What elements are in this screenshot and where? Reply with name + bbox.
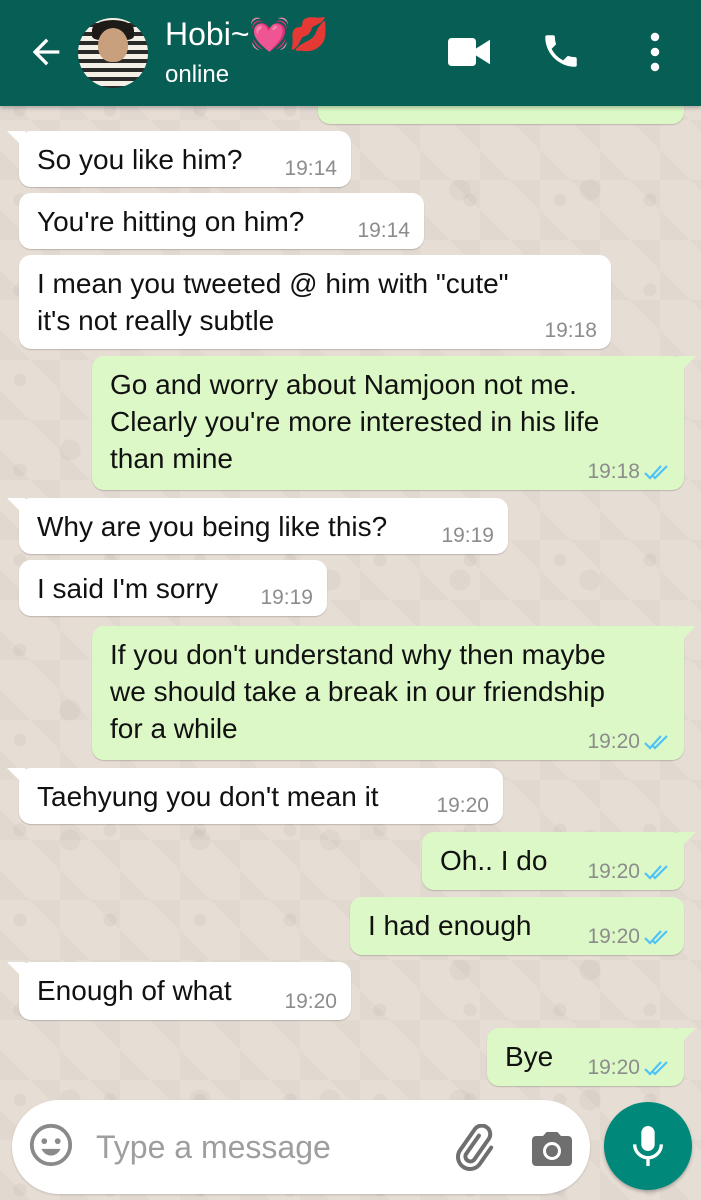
voice-message-button[interactable] <box>604 1102 692 1190</box>
message-time: 19:14 <box>284 157 337 180</box>
bubble-tail <box>678 832 696 850</box>
bubble-tail <box>7 131 25 149</box>
message-bubble[interactable]: Why are you being like this? 19:19 <box>7 498 508 554</box>
message-time: 19:20 <box>587 925 640 948</box>
bubble-tail <box>7 962 25 980</box>
voice-call-icon[interactable] <box>540 30 582 72</box>
message-bubble[interactable]: So you like him? 19:14 <box>7 131 351 187</box>
avatar-face <box>98 28 128 62</box>
read-receipt-icon <box>644 865 668 880</box>
message-time: 19:20 <box>587 730 640 753</box>
message-text: Go and worry about Namjoon not me. Clear… <box>110 369 600 474</box>
more-options-icon[interactable] <box>645 32 665 72</box>
message-bubble[interactable]: I had enough 19:20 <box>350 897 684 955</box>
read-receipt-icon <box>644 1061 668 1076</box>
message-time: 19:19 <box>260 586 313 609</box>
message-time: 19:20 <box>587 860 640 883</box>
message-text: I mean you tweeted @ him with "cute" it'… <box>37 268 509 336</box>
bubble-tail <box>678 626 696 644</box>
back-arrow-icon[interactable] <box>26 32 66 72</box>
message-text: Taehyung you don't mean it <box>37 781 379 812</box>
bubble-tail <box>678 356 696 374</box>
message-bubble[interactable]: Enough of what 19:20 <box>7 962 351 1020</box>
camera-icon[interactable] <box>528 1124 576 1172</box>
message-time: 19:18 <box>587 460 640 483</box>
emoji-icon[interactable] <box>28 1122 74 1168</box>
microphone-icon <box>633 1126 663 1166</box>
contact-name[interactable]: Hobi~💓💋 <box>165 14 329 54</box>
message-time: 19:20 <box>436 794 489 817</box>
read-receipt-icon <box>644 930 668 945</box>
bubble-tail <box>7 768 25 786</box>
message-time: 19:18 <box>544 319 597 342</box>
message-input[interactable] <box>94 1122 428 1172</box>
message-bubble[interactable]: Oh.. I do 19:20 <box>422 832 696 890</box>
message-text: If you don't understand why then maybe w… <box>110 639 606 744</box>
video-call-icon[interactable] <box>448 36 490 68</box>
message-text: You're hitting on him? <box>37 206 305 237</box>
message-bubble[interactable]: I said I'm sorry 19:19 <box>19 560 327 616</box>
bubble-tail <box>678 1028 696 1046</box>
paperclip-icon[interactable] <box>448 1124 496 1172</box>
message-bubble[interactable]: You're hitting on him? 19:14 <box>19 193 424 249</box>
chat-header: Hobi~💓💋 online <box>0 0 701 106</box>
read-receipt-icon <box>644 465 668 480</box>
read-receipt-icon <box>644 735 668 750</box>
contact-status: online <box>165 61 230 88</box>
message-bubble[interactable]: Taehyung you don't mean it 19:20 <box>7 768 503 824</box>
message-time: 19:14 <box>357 219 410 242</box>
message-bubble[interactable]: Bye 19:20 <box>487 1028 696 1086</box>
message-time: 19:20 <box>284 990 337 1013</box>
compose-bar <box>12 1100 590 1194</box>
message-bubble[interactable]: Go and worry about Namjoon not me. Clear… <box>92 356 696 490</box>
message-bubble[interactable]: I mean you tweeted @ him with "cute" it'… <box>19 255 611 349</box>
message-list: So you like him? 19:14 You're hitting on… <box>0 0 701 1200</box>
message-bubble[interactable]: If you don't understand why then maybe w… <box>92 626 696 760</box>
message-time: 19:20 <box>587 1056 640 1079</box>
message-text: Why are you being like this? <box>37 511 388 542</box>
bubble-tail <box>7 498 25 516</box>
contact-avatar[interactable] <box>78 18 148 88</box>
message-time: 19:19 <box>441 524 494 547</box>
